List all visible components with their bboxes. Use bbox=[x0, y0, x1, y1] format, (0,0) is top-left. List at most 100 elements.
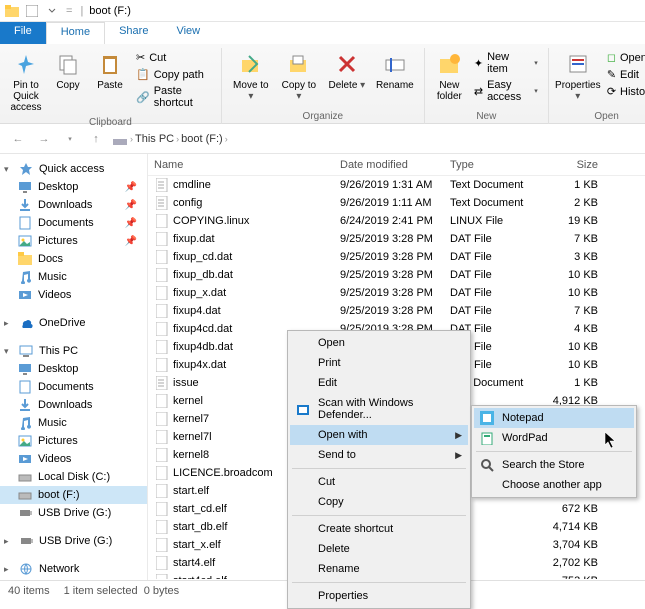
menu-item[interactable]: Scan with Windows Defender... bbox=[290, 393, 468, 425]
file-row[interactable]: fixup.dat9/25/2019 3:28 PMDAT File7 KB bbox=[148, 230, 645, 248]
pin-quick-access-button[interactable]: Pin to Quick access bbox=[6, 48, 46, 115]
file-row[interactable]: COPYING.linux6/24/2019 2:41 PMLINUX File… bbox=[148, 212, 645, 230]
file-name: start4cd.elf bbox=[173, 575, 227, 579]
sidebar-item[interactable]: Music bbox=[0, 414, 147, 432]
new-item-button[interactable]: ✦New item ▾ bbox=[472, 50, 540, 76]
tab-file[interactable]: File bbox=[0, 22, 46, 44]
menu-item[interactable]: Send to▶ bbox=[290, 445, 468, 465]
menu-item-label: Print bbox=[318, 357, 341, 369]
properties-icon bbox=[564, 50, 592, 78]
usb-icon bbox=[18, 534, 34, 548]
file-icon bbox=[154, 556, 170, 570]
menu-item[interactable]: Print bbox=[290, 353, 468, 373]
file-type: DAT File bbox=[444, 269, 544, 281]
menu-item[interactable]: Delete bbox=[290, 539, 468, 559]
menu-separator bbox=[292, 515, 466, 516]
sidebar-item[interactable]: Desktop bbox=[0, 360, 147, 378]
sidebar-item[interactable]: Desktop📌 bbox=[0, 178, 147, 196]
sidebar-item[interactable]: Pictures📌 bbox=[0, 232, 147, 250]
sidebar-item-label: boot (F:) bbox=[38, 489, 80, 501]
sidebar-item[interactable]: USB Drive (G:) bbox=[0, 504, 147, 522]
menu-item[interactable]: Cut bbox=[290, 472, 468, 492]
file-size: 3,704 KB bbox=[544, 539, 604, 551]
file-type: LINUX File bbox=[444, 215, 544, 227]
file-row[interactable]: cmdline9/26/2019 1:31 AMText Document1 K… bbox=[148, 176, 645, 194]
sidebar-item[interactable]: boot (F:) bbox=[0, 486, 147, 504]
file-row[interactable]: fixup_x.dat9/25/2019 3:28 PMDAT File10 K… bbox=[148, 284, 645, 302]
sidebar-item[interactable]: ▾Quick access bbox=[0, 160, 147, 178]
file-name: fixup4db.dat bbox=[173, 341, 233, 353]
qat-save-icon[interactable] bbox=[24, 3, 40, 19]
sidebar-item[interactable]: Documents📌 bbox=[0, 214, 147, 232]
menu-item[interactable]: Search the Store bbox=[474, 455, 634, 475]
breadcrumb[interactable]: › This PC › boot (F:) › bbox=[112, 132, 228, 146]
properties-button[interactable]: Properties ▾ bbox=[555, 48, 601, 104]
new-folder-button[interactable]: New folder bbox=[431, 48, 468, 104]
copy-path-button[interactable]: 📋Copy path bbox=[134, 67, 213, 82]
paste-shortcut-button[interactable]: 🔗Paste shortcut bbox=[134, 84, 213, 110]
breadcrumb-item[interactable]: This PC bbox=[135, 133, 174, 145]
net-icon bbox=[18, 562, 34, 576]
menu-item[interactable]: Properties bbox=[290, 586, 468, 606]
menu-item[interactable]: Open bbox=[290, 333, 468, 353]
sidebar-item[interactable]: Pictures bbox=[0, 432, 147, 450]
delete-button[interactable]: Delete ▾ bbox=[324, 48, 370, 93]
file-icon bbox=[154, 304, 170, 318]
rename-button[interactable]: Rename bbox=[372, 48, 418, 93]
sidebar-item[interactable]: Docs bbox=[0, 250, 147, 268]
tab-home[interactable]: Home bbox=[46, 22, 105, 44]
menu-item[interactable]: Notepad bbox=[474, 408, 634, 428]
col-type[interactable]: Type bbox=[444, 159, 544, 171]
sidebar-item[interactable]: Documents bbox=[0, 378, 147, 396]
chevron-icon: ▸ bbox=[4, 564, 13, 575]
qat-dropdown-icon[interactable] bbox=[44, 3, 60, 19]
copy-button[interactable]: Copy bbox=[48, 48, 88, 93]
file-date: 9/26/2019 1:11 AM bbox=[334, 197, 444, 209]
sidebar-item[interactable]: Videos bbox=[0, 450, 147, 468]
move-to-button[interactable]: Move to ▾ bbox=[228, 48, 274, 104]
file-row[interactable]: fixup_cd.dat9/25/2019 3:28 PMDAT File3 K… bbox=[148, 248, 645, 266]
menu-item-label: Notepad bbox=[502, 412, 544, 424]
sidebar-item[interactable]: Local Disk (C:) bbox=[0, 468, 147, 486]
sidebar-item[interactable]: Downloads bbox=[0, 396, 147, 414]
paste-button[interactable]: Paste bbox=[90, 48, 130, 93]
sidebar-item[interactable]: Videos bbox=[0, 286, 147, 304]
tab-view[interactable]: View bbox=[162, 22, 214, 44]
file-name: kernel8 bbox=[173, 449, 209, 461]
forward-button[interactable]: → bbox=[34, 129, 54, 149]
file-row[interactable]: config9/26/2019 1:11 AMText Document2 KB bbox=[148, 194, 645, 212]
menu-separator bbox=[292, 468, 466, 469]
menu-item[interactable]: Edit bbox=[290, 373, 468, 393]
file-row[interactable]: fixup4.dat9/25/2019 3:28 PMDAT File7 KB bbox=[148, 302, 645, 320]
up-button[interactable]: ↑ bbox=[86, 129, 106, 149]
sidebar-item[interactable]: Downloads📌 bbox=[0, 196, 147, 214]
sidebar-item[interactable]: ▸OneDrive bbox=[0, 314, 147, 332]
history-dropdown[interactable]: ▾ bbox=[60, 129, 80, 149]
sidebar-item[interactable]: ▸USB Drive (G:) bbox=[0, 532, 147, 550]
easy-access-button[interactable]: ⇄Easy access ▾ bbox=[472, 78, 540, 104]
edit-button[interactable]: ✎Edit bbox=[605, 67, 645, 82]
sidebar-item[interactable]: Music bbox=[0, 268, 147, 286]
open-button[interactable]: ◻Open ▾ bbox=[605, 50, 645, 65]
menu-item[interactable]: Choose another app bbox=[474, 475, 634, 495]
history-button[interactable]: ⟳History bbox=[605, 84, 645, 99]
col-name[interactable]: Name bbox=[148, 159, 334, 171]
col-date[interactable]: Date modified bbox=[334, 159, 444, 171]
file-name: issue bbox=[173, 377, 199, 389]
menu-item[interactable]: WordPad bbox=[474, 428, 634, 448]
menu-item[interactable]: Copy bbox=[290, 492, 468, 512]
back-button[interactable]: ← bbox=[8, 129, 28, 149]
tab-share[interactable]: Share bbox=[105, 22, 162, 44]
breadcrumb-item[interactable]: boot (F:) bbox=[181, 133, 223, 145]
copy-to-button[interactable]: Copy to ▾ bbox=[276, 48, 322, 104]
file-size: 10 KB bbox=[544, 341, 604, 353]
sidebar-item[interactable]: ▾This PC bbox=[0, 342, 147, 360]
col-size[interactable]: Size bbox=[544, 159, 604, 171]
menu-item-label: Delete bbox=[318, 543, 350, 555]
cut-button[interactable]: ✂Cut bbox=[134, 50, 213, 65]
sidebar-item[interactable]: ▸Network bbox=[0, 560, 147, 578]
menu-item[interactable]: Rename bbox=[290, 559, 468, 579]
file-row[interactable]: fixup_db.dat9/25/2019 3:28 PMDAT File10 … bbox=[148, 266, 645, 284]
menu-item[interactable]: Create shortcut bbox=[290, 519, 468, 539]
menu-item[interactable]: Open with▶ bbox=[290, 425, 468, 445]
